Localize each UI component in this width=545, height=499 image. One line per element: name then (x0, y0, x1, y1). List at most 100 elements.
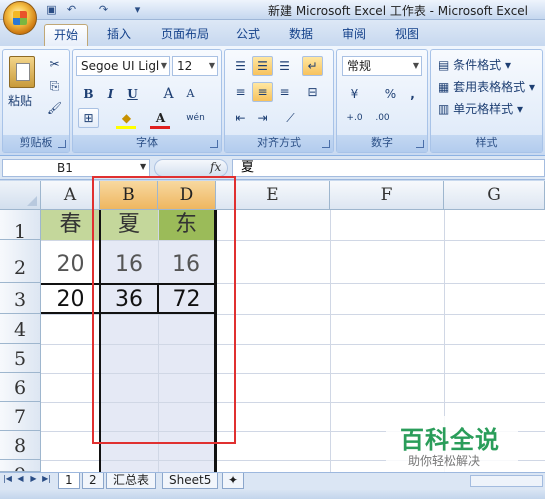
quick-access-dropdown-icon[interactable]: ▾ (130, 2, 145, 17)
align-bottom-icon[interactable]: ☰ (274, 56, 295, 76)
align-top-icon[interactable]: ☰ (230, 56, 251, 76)
sheet-tab-1[interactable]: 1 (58, 473, 80, 489)
bold-button[interactable]: B (78, 84, 99, 104)
comma-button[interactable]: , (402, 84, 423, 104)
format-painter-icon[interactable]: 🖌 (44, 98, 65, 118)
first-sheet-icon[interactable]: |◀ (2, 474, 13, 483)
tab-home[interactable]: 开始 (44, 24, 88, 46)
watermark: 百科全说 助你轻松解决 (386, 416, 518, 472)
orientation-icon[interactable]: ⟋ (280, 108, 301, 128)
cell-styles-button[interactable]: ▥ 单元格样式 ▾ (438, 100, 523, 117)
decrease-indent-icon[interactable]: ⇤ (230, 108, 251, 128)
wrap-text-icon[interactable]: ↵ (302, 56, 323, 76)
undo-icon[interactable]: ↶ (64, 2, 79, 17)
row-header-2[interactable]: 2 (0, 240, 41, 283)
alignment-launcher-icon[interactable] (322, 140, 330, 148)
number-launcher-icon[interactable] (416, 140, 424, 148)
row-header-5[interactable]: 5 (0, 344, 41, 373)
italic-button[interactable]: I (100, 84, 121, 104)
increase-indent-icon[interactable]: ⇥ (252, 108, 273, 128)
insert-sheet-icon[interactable]: ✦ (222, 473, 245, 489)
font-name-value: Segoe UI Ligl (81, 59, 160, 73)
formula-input[interactable]: 夏 (232, 159, 545, 177)
conditional-format-label: 条件格式 (453, 58, 502, 72)
tab-formulas[interactable]: 公式 (232, 24, 264, 46)
row-header-8[interactable]: 8 (0, 431, 41, 460)
format-as-table-button[interactable]: ▦ 套用表格格式 ▾ (438, 78, 535, 95)
column-header-f[interactable]: F (330, 181, 444, 210)
borders-icon[interactable]: ⊞ (78, 108, 99, 128)
watermark-brand: 百科全说 (400, 426, 500, 454)
grow-font-button[interactable]: A (158, 84, 179, 104)
chevron-down-icon[interactable]: ▼ (140, 162, 146, 171)
insert-function-icon[interactable]: fx (210, 160, 221, 174)
window-title: 新建 Microsoft Excel 工作表 - Microsoft Excel (268, 4, 529, 18)
tab-view[interactable]: 视图 (391, 24, 423, 46)
fill-color-icon[interactable]: ◆ (116, 108, 137, 128)
fill-color-swatch (116, 126, 136, 129)
next-sheet-icon[interactable]: ▶ (28, 474, 39, 483)
percent-button[interactable]: % (380, 84, 401, 104)
save-icon[interactable]: ▣ (44, 2, 59, 17)
select-all-corner[interactable] (0, 181, 41, 210)
chevron-down-icon: ▼ (412, 61, 419, 70)
number-format-select[interactable]: 常规 ▼ (342, 56, 422, 76)
increase-decimal-icon[interactable]: +.0 (344, 108, 365, 128)
paste-icon[interactable] (9, 56, 35, 88)
align-right-icon[interactable]: ≡ (274, 82, 295, 102)
align-left-icon[interactable]: ≡ (230, 82, 251, 102)
format-as-table-label: 套用表格格式 (453, 80, 526, 94)
font-color-button[interactable]: A (150, 108, 171, 128)
number-group-label: 数字 (337, 135, 427, 152)
phonetic-guide-button[interactable]: wén (185, 108, 206, 128)
merge-center-icon[interactable]: ⊟ (302, 82, 323, 102)
format-as-table-icon: ▦ (438, 80, 450, 94)
watermark-slogan: 助你轻松解决 (408, 454, 481, 468)
name-box[interactable]: B1 (2, 159, 150, 177)
gridline (330, 210, 331, 472)
styles-group-label: 样式 (431, 135, 542, 152)
row-header-4[interactable]: 4 (0, 314, 41, 344)
sheet-tab-sheet5[interactable]: Sheet5 (162, 473, 219, 489)
cut-icon[interactable]: ✂ (44, 54, 65, 74)
sheet-tab-summary[interactable]: 汇总表 (106, 473, 157, 489)
tab-page-layout[interactable]: 页面布局 (155, 24, 215, 46)
font-launcher-icon[interactable] (210, 140, 218, 148)
chevron-down-icon: ▼ (160, 61, 167, 70)
tab-insert[interactable]: 插入 (101, 24, 137, 46)
sheet-tab-2[interactable]: 2 (82, 473, 104, 489)
row-header-7[interactable]: 7 (0, 402, 41, 431)
conditional-format-icon: ▤ (438, 58, 450, 72)
redo-icon[interactable]: ↷ (96, 2, 111, 17)
row-header-6[interactable]: 6 (0, 373, 41, 402)
row-header-1[interactable]: 1 (0, 210, 41, 243)
underline-button[interactable]: U (122, 84, 143, 104)
conditional-format-button[interactable]: ▤ 条件格式 ▾ (438, 56, 511, 73)
horizontal-scrollbar[interactable] (470, 475, 543, 487)
last-sheet-icon[interactable]: ▶| (41, 474, 52, 483)
align-center-icon[interactable]: ≡ (252, 82, 273, 102)
font-name-select[interactable]: Segoe UI Ligl ▼ (76, 56, 170, 76)
align-middle-icon[interactable]: ☰ (252, 56, 273, 76)
office-button[interactable] (3, 1, 37, 35)
status-bar (0, 490, 545, 499)
font-color-swatch (150, 126, 170, 129)
tab-data[interactable]: 数据 (285, 24, 317, 46)
row-header-9[interactable]: 9 (0, 460, 41, 472)
number-format-value: 常规 (347, 59, 372, 73)
shrink-font-button[interactable]: A (180, 84, 201, 104)
clipboard-launcher-icon[interactable] (58, 140, 66, 148)
font-size-select[interactable]: 12 ▼ (172, 56, 218, 76)
currency-icon[interactable]: ¥ (344, 84, 365, 104)
decrease-decimal-icon[interactable]: .00 (372, 108, 393, 128)
cell-styles-label: 单元格样式 (453, 102, 514, 116)
row-header-3[interactable]: 3 (0, 283, 41, 314)
annotation-highlight-box (92, 176, 236, 444)
font-size-value: 12 (177, 59, 193, 73)
chevron-down-icon: ▼ (208, 61, 215, 70)
copy-icon[interactable]: ⎘ (44, 76, 65, 96)
tab-review[interactable]: 审阅 (338, 24, 370, 46)
paste-button[interactable]: 粘贴 (8, 92, 32, 109)
prev-sheet-icon[interactable]: ◀ (15, 474, 26, 483)
column-header-g[interactable]: G (444, 181, 545, 210)
